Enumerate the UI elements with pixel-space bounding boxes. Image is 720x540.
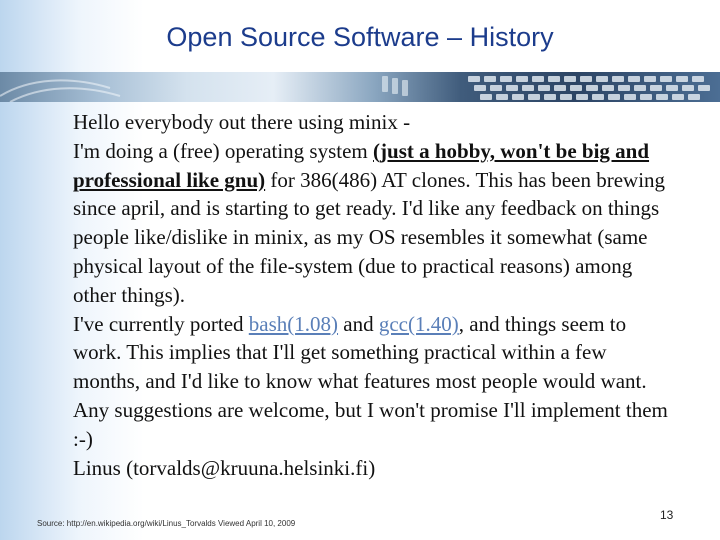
header-banner-image bbox=[0, 72, 720, 102]
quote-paragraph-ports: I've currently ported bash(1.08) and gcc… bbox=[73, 310, 673, 454]
slide-title: Open Source Software – History bbox=[166, 22, 554, 52]
quote-text: I'm doing a (free) operating system bbox=[73, 138, 374, 163]
quote-line-greeting: Hello everybody out there using minix - bbox=[73, 110, 411, 134]
quote-paragraph-os: I'm doing a (free) operating system (jus… bbox=[73, 137, 673, 310]
quote-signature: Linus (torvalds@kruuna.helsinki.fi) bbox=[73, 455, 376, 480]
quote-text: I've currently ported bbox=[73, 311, 249, 336]
linus-announcement-quote: Hello everybody out there using minix - … bbox=[73, 108, 673, 482]
banner-graphic bbox=[0, 76, 710, 102]
gcc-link[interactable]: gcc(1.40) bbox=[379, 312, 459, 336]
quote-text: and bbox=[338, 311, 379, 336]
page-number: 13 bbox=[660, 508, 674, 522]
source-citation: Source: http://en.wikipedia.org/wiki/Lin… bbox=[37, 519, 296, 528]
bash-link[interactable]: bash(1.08) bbox=[249, 312, 338, 336]
